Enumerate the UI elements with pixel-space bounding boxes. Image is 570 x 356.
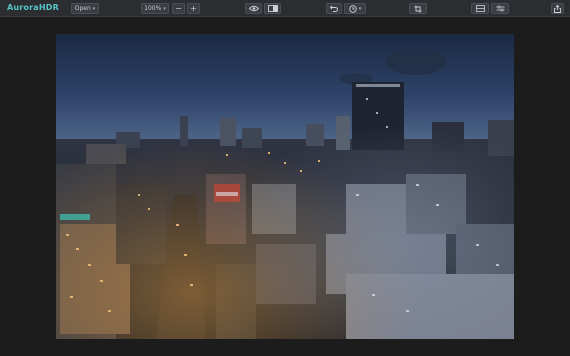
layers-icon [475,5,485,12]
open-button-label: Open [74,5,91,12]
compare-icon [267,5,278,12]
compare-button[interactable] [264,3,281,14]
toolbar: AuroraHDR Open ▾ 100% ▾ − + ▾ [0,0,570,17]
adjustments-icon [496,5,504,12]
eye-icon [248,5,259,12]
app-logo: AuroraHDR [7,3,59,12]
zoom-value: 100% [144,5,162,12]
undo-icon [330,5,338,12]
preview-toggle-button[interactable] [245,3,262,14]
zoom-in-button[interactable]: + [187,3,200,14]
open-button[interactable]: Open ▾ [71,3,99,14]
plus-icon: + [190,4,197,13]
share-icon [554,4,561,13]
city-night-photo [56,34,514,339]
minus-icon: − [175,4,182,13]
chevron-down-icon: ▾ [358,5,362,12]
chevron-down-icon: ▾ [92,5,96,12]
history-icon [348,4,357,13]
crop-button[interactable] [409,3,427,14]
undo-button[interactable] [326,3,342,14]
crop-icon [414,5,422,12]
zoom-select[interactable]: 100% ▾ [141,3,169,14]
chevron-down-icon: ▾ [163,5,166,12]
layers-button[interactable] [471,3,489,14]
photo-canvas[interactable] [56,34,514,339]
share-button[interactable] [551,3,564,14]
zoom-out-button[interactable]: − [172,3,185,14]
adjustments-button[interactable] [491,3,509,14]
history-button[interactable]: ▾ [344,3,366,14]
